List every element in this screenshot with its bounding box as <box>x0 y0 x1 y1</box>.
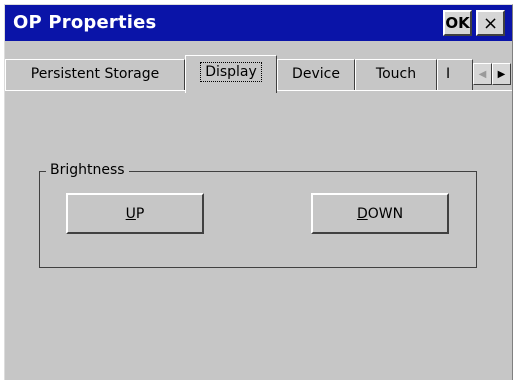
tab-label: Touch <box>375 66 417 82</box>
down-accelerator: D <box>356 205 368 222</box>
tab-label: Persistent Storage <box>30 66 160 82</box>
display-tab-page: Brightness UP D OWN <box>5 90 512 381</box>
down-label-rest: OWN <box>367 205 404 222</box>
brightness-legend: Brightness <box>46 162 129 178</box>
tab-device[interactable]: Device <box>277 59 355 91</box>
close-button[interactable]: × <box>476 10 505 36</box>
tab-label: Display <box>200 62 262 82</box>
brightness-group: Brightness UP D OWN <box>39 162 477 268</box>
window-title: OP Properties <box>13 12 157 33</box>
tab-strip: Persistent Storage Display Device Touch … <box>5 41 512 93</box>
ok-button[interactable]: OK <box>443 10 472 36</box>
tab-scroll-right-icon[interactable]: ▶ <box>492 63 511 85</box>
tab-display[interactable]: Display <box>185 55 277 93</box>
up-accelerator: U <box>125 205 136 222</box>
brightness-down-button[interactable]: D OWN <box>311 193 449 234</box>
title-bar: OP Properties OK × <box>5 5 512 41</box>
tab-label: Device <box>292 66 340 82</box>
tab-touch[interactable]: Touch <box>355 59 437 91</box>
tab-label: I <box>446 66 451 82</box>
tab-partial[interactable]: I <box>437 59 473 91</box>
properties-window: OP Properties OK × Persistent Storage Di… <box>4 4 513 380</box>
up-label-rest: P <box>135 205 145 222</box>
brightness-up-button[interactable]: UP <box>66 193 204 234</box>
tab-scroll-buttons: ◀ ▶ <box>473 63 511 87</box>
tab-persistent-storage[interactable]: Persistent Storage <box>5 59 185 91</box>
tab-scroll-left-icon[interactable]: ◀ <box>473 63 492 85</box>
